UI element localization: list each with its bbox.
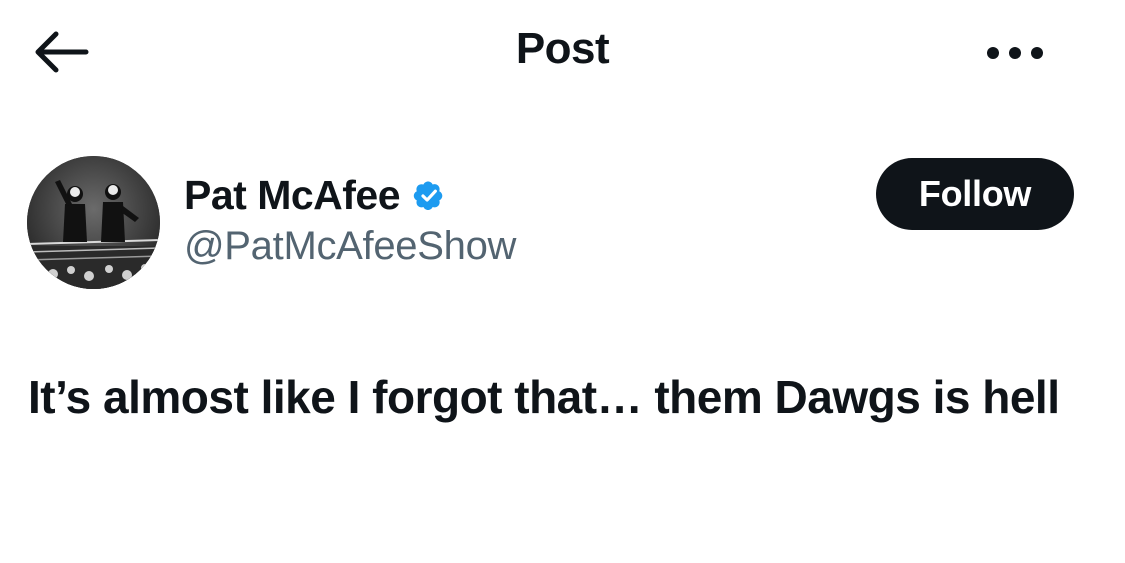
author-info: Pat McAfee @PatMcAfeeShow: [184, 170, 516, 269]
avatar[interactable]: [27, 156, 160, 289]
page-title: Post: [515, 24, 610, 73]
verified-badge-icon: [413, 181, 443, 211]
top-bar: Post: [0, 0, 1125, 105]
more-options-button[interactable]: [975, 28, 1055, 78]
more-horizontal-icon: [987, 47, 1043, 59]
avatar-image: [27, 156, 160, 289]
name-row: Pat McAfee: [184, 170, 516, 220]
follow-button[interactable]: Follow: [876, 158, 1074, 230]
username-handle[interactable]: @PatMcAfeeShow: [184, 224, 516, 269]
display-name[interactable]: Pat McAfee: [184, 172, 401, 219]
post-body-text: It’s almost like I forgot that… them Daw…: [28, 371, 1060, 423]
